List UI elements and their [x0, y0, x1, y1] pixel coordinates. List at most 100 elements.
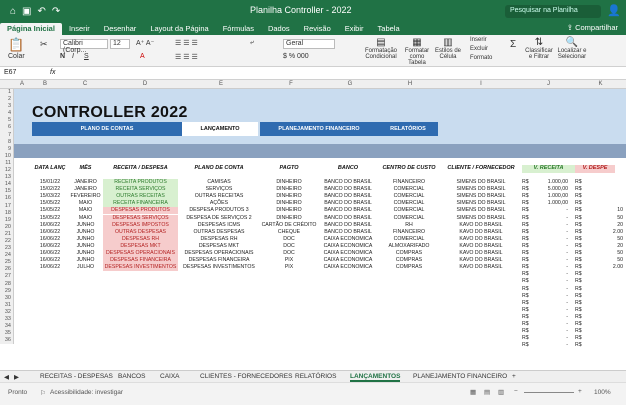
redo-icon[interactable]: ↷: [52, 6, 60, 17]
delete-button[interactable]: Excluir: [470, 46, 488, 52]
table-cell[interactable]: CAIXA ECONOMICA: [318, 243, 378, 250]
table-cell[interactable]: FINANCEIRO: [378, 229, 440, 236]
table-cell[interactable]: COMPRAS: [378, 264, 440, 271]
table-cell[interactable]: 15/01/22: [32, 179, 68, 186]
table-cell[interactable]: JUNHO: [68, 222, 103, 229]
table-cell[interactable]: DOC: [260, 250, 318, 257]
table-cell[interactable]: -: [532, 222, 568, 229]
table-cell[interactable]: R$: [522, 257, 532, 264]
table-cell[interactable]: CAIXA ECONOMICA: [318, 236, 378, 243]
tab-review[interactable]: Revisão: [297, 23, 338, 35]
table-cell[interactable]: [585, 200, 623, 207]
table-cell[interactable]: DOC: [260, 236, 318, 243]
table-cell[interactable]: JUNHO: [68, 257, 103, 264]
table-cell[interactable]: -: [532, 229, 568, 236]
row-header[interactable]: 16: [0, 195, 13, 202]
table-cell[interactable]: 50: [585, 257, 623, 264]
table-cell[interactable]: R$: [522, 229, 532, 236]
table-cell[interactable]: DINHEIRO: [260, 193, 318, 200]
table-cell[interactable]: R$: [575, 271, 585, 278]
row-header[interactable]: 13: [0, 174, 13, 181]
column-header[interactable]: B: [30, 81, 60, 87]
table-cell[interactable]: R$: [522, 314, 532, 321]
table-cell[interactable]: -: [532, 257, 568, 264]
zoom-out-icon[interactable]: −: [514, 388, 518, 395]
table-cell[interactable]: R$: [522, 335, 532, 342]
table-cell[interactable]: 1.000,00: [532, 193, 568, 200]
table-cell[interactable]: R$: [522, 250, 532, 257]
nav-relatorios[interactable]: RELATÓRIOS: [378, 122, 438, 136]
table-cell[interactable]: R$: [575, 200, 585, 207]
underline-button[interactable]: S: [84, 53, 89, 60]
table-cell[interactable]: 16/06/22: [32, 229, 68, 236]
table-cell[interactable]: 16/06/22: [32, 257, 68, 264]
table-cell[interactable]: CHEQUE: [260, 229, 318, 236]
row-header[interactable]: 33: [0, 316, 13, 323]
tab-home[interactable]: Página Inicial: [0, 23, 62, 35]
table-cell[interactable]: KAVO DO BRASIL: [440, 236, 522, 243]
font-size-select[interactable]: 12: [110, 39, 130, 49]
table-cell[interactable]: 50: [585, 250, 623, 257]
table-cell[interactable]: R$: [522, 207, 532, 214]
table-cell[interactable]: R$: [575, 243, 585, 250]
row-header[interactable]: 12: [0, 167, 13, 174]
table-cell[interactable]: R$: [522, 293, 532, 300]
row-header[interactable]: 25: [0, 259, 13, 266]
table-cell[interactable]: -: [532, 271, 568, 278]
row-header[interactable]: 34: [0, 323, 13, 330]
table-cell[interactable]: R$: [522, 179, 532, 186]
table-cell[interactable]: DESPESAS INVESTIMENTOS: [178, 264, 260, 271]
table-cell[interactable]: BANCO DO BRASIL: [318, 186, 378, 193]
table-cell[interactable]: 16/06/22: [32, 243, 68, 250]
table-cell[interactable]: DINHEIRO: [260, 207, 318, 214]
row-header[interactable]: 22: [0, 238, 13, 245]
table-cell[interactable]: 16/06/22: [32, 222, 68, 229]
table-cell[interactable]: R$: [575, 335, 585, 342]
table-cell[interactable]: -: [532, 300, 568, 307]
row-header[interactable]: 21: [0, 231, 13, 238]
table-cell[interactable]: BANCO DO BRASIL: [318, 200, 378, 207]
table-cell[interactable]: BANCO DO BRASIL: [318, 207, 378, 214]
table-cell[interactable]: CAIXA ECONOMICA: [318, 264, 378, 271]
cut-icon[interactable]: ✂: [40, 39, 48, 50]
table-cell[interactable]: KAVO DO BRASIL: [440, 229, 522, 236]
table-cell[interactable]: SIMENS DO BRASIL: [440, 186, 522, 193]
row-header[interactable]: 9: [0, 146, 13, 153]
sheet-tab-planejamento[interactable]: PLANEJAMENTO FINANCEIRO: [413, 373, 507, 380]
table-cell[interactable]: -: [532, 314, 568, 321]
table-cell[interactable]: RECEITA SERVIÇOS: [103, 186, 178, 194]
table-cell[interactable]: 2.00: [585, 264, 623, 271]
table-cell[interactable]: DESPESAS OPERACIONAIS: [178, 250, 260, 257]
table-cell[interactable]: -: [532, 243, 568, 250]
column-header[interactable]: I: [440, 81, 522, 87]
zoom-slider[interactable]: [524, 392, 574, 393]
table-cell[interactable]: DESPESA DE SERVIÇOS 2: [178, 215, 260, 222]
table-cell[interactable]: JUNHO: [68, 243, 103, 250]
table-cell[interactable]: RECEITA PRODUTOS: [103, 179, 178, 186]
spreadsheet-grid[interactable]: ABCDEFGHIJK 1 2 3 4 5 6 7 8 9 10 11 12 13 14 15 16 17 18 1…: [0, 80, 626, 370]
tab-insert[interactable]: Inserir: [62, 23, 97, 35]
row-header[interactable]: 18: [0, 210, 13, 217]
table-cell[interactable]: COMERCIAL: [378, 186, 440, 193]
table-cell[interactable]: R$: [522, 215, 532, 222]
sheet-tab-clientes[interactable]: CLIENTES - FORNECEDORES: [200, 373, 292, 380]
table-cell[interactable]: R$: [522, 286, 532, 293]
table-cell[interactable]: MAIO: [68, 200, 103, 207]
column-header[interactable]: K: [575, 81, 626, 87]
table-cell[interactable]: R$: [575, 328, 585, 335]
row-header[interactable]: 6: [0, 124, 13, 131]
row-header[interactable]: 4: [0, 110, 13, 117]
table-cell[interactable]: COMPRAS: [378, 257, 440, 264]
column-header[interactable]: H: [380, 81, 440, 87]
format-table-button[interactable]: ▦ Formatar como Tabela: [402, 37, 432, 66]
table-cell[interactable]: R$: [522, 271, 532, 278]
column-header[interactable]: F: [262, 81, 320, 87]
table-cell[interactable]: R$: [522, 307, 532, 314]
table-cell[interactable]: -: [532, 328, 568, 335]
row-header[interactable]: 31: [0, 302, 13, 309]
table-cell[interactable]: KAVO DO BRASIL: [440, 264, 522, 271]
table-cell[interactable]: R$: [522, 236, 532, 243]
table-cell[interactable]: [585, 186, 623, 193]
number-format-icons[interactable]: $ % 000: [283, 53, 309, 60]
table-cell[interactable]: DESPESAS MKT: [103, 242, 178, 250]
